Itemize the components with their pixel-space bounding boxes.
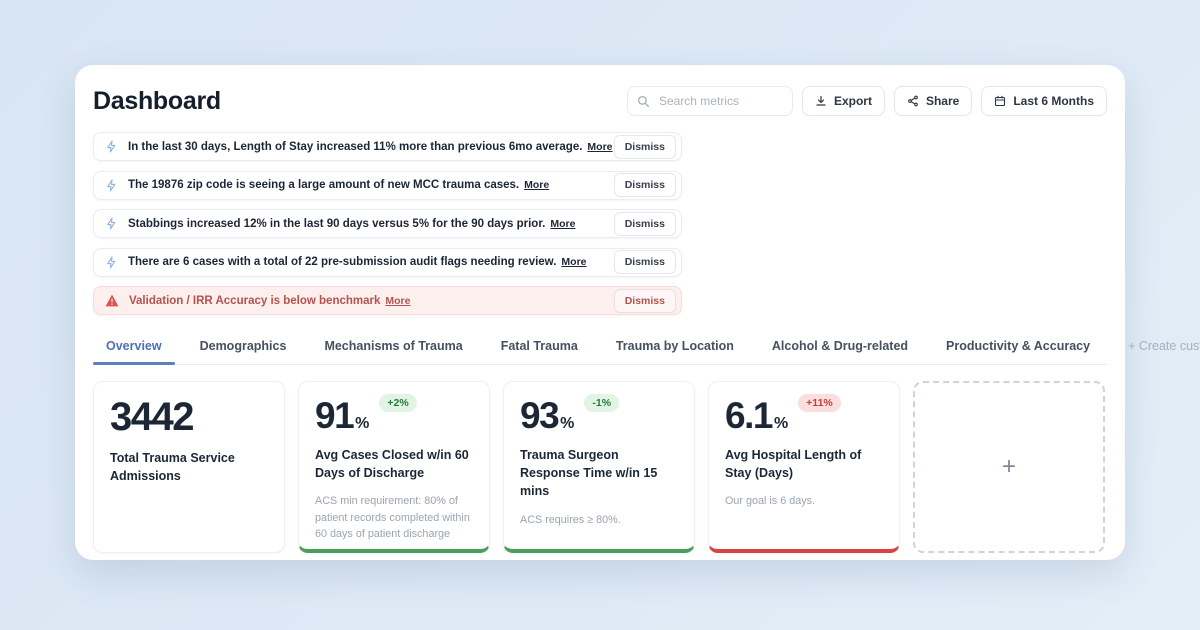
alert-row: Stabbings increased 12% in the last 90 d…	[93, 209, 682, 238]
trend-badge: +11%	[798, 394, 841, 412]
export-label: Export	[834, 94, 872, 108]
metric-value: 6.1	[725, 398, 772, 433]
spark-icon	[105, 179, 118, 192]
metric-title: Avg Cases Closed w/in 60 Days of Dischar…	[315, 446, 473, 482]
alert-text: In the last 30 days, Length of Stay incr…	[128, 141, 582, 153]
metric-value: 91	[315, 398, 353, 433]
tab-trauma-by-location[interactable]: Trauma by Location	[603, 330, 747, 364]
tab-mechanisms-of-trauma[interactable]: Mechanisms of Trauma	[311, 330, 475, 364]
plus-icon: +	[1002, 455, 1016, 479]
dismiss-button[interactable]: Dismiss	[614, 173, 676, 197]
spark-icon	[105, 256, 118, 269]
tab-alcohol-drug-related[interactable]: Alcohol & Drug-related	[759, 330, 921, 364]
alert-more-link[interactable]: More	[587, 141, 612, 153]
search-box[interactable]	[627, 86, 793, 116]
metric-value: 93	[520, 398, 558, 433]
alert-row: There are 6 cases with a total of 22 pre…	[93, 248, 682, 277]
page-title: Dashboard	[93, 87, 221, 116]
metric-note: ACS requires ≥ 80%.	[520, 512, 678, 528]
share-icon	[907, 95, 919, 107]
metric-value: 3442	[110, 398, 193, 436]
metric-note: ACS min requirement: 80% of patient reco…	[315, 493, 473, 542]
dismiss-button[interactable]: Dismiss	[614, 250, 676, 274]
metric-suffix: %	[355, 415, 369, 433]
tab-demographics[interactable]: Demographics	[187, 330, 300, 364]
warning-icon	[105, 294, 119, 307]
search-input[interactable]	[657, 93, 783, 109]
spark-icon	[105, 140, 118, 153]
metric-card-surgeon-response: 93 % -1% Trauma Surgeon Response Time w/…	[503, 381, 695, 553]
alert-more-link[interactable]: More	[550, 218, 575, 230]
tab-create-custom-view[interactable]: + Create custom view	[1115, 330, 1200, 364]
header-controls: Export Share Last 6 Months	[627, 86, 1107, 116]
metric-card-cases-closed: 91 % +2% Avg Cases Closed w/in 60 Days o…	[298, 381, 490, 553]
spark-icon	[105, 217, 118, 230]
alert-text: There are 6 cases with a total of 22 pre…	[128, 256, 556, 268]
alert-row: In the last 30 days, Length of Stay incr…	[93, 132, 682, 161]
metric-suffix: %	[774, 415, 788, 433]
metric-suffix: %	[560, 415, 574, 433]
search-icon	[637, 95, 650, 108]
alert-more-link[interactable]: More	[561, 256, 586, 268]
calendar-icon	[994, 95, 1006, 107]
share-label: Share	[926, 94, 959, 108]
alert-text: The 19876 zip code is seeing a large amo…	[128, 179, 519, 191]
tab-productivity-accuracy[interactable]: Productivity & Accuracy	[933, 330, 1103, 364]
tab-bar: Overview Demographics Mechanisms of Trau…	[93, 330, 1107, 365]
alert-row-warning: Validation / IRR Accuracy is below bench…	[93, 286, 682, 315]
metric-card-length-of-stay: 6.1 % +11% Avg Hospital Length of Stay (…	[708, 381, 900, 553]
alert-row: The 19876 zip code is seeing a large amo…	[93, 171, 682, 200]
metric-note: Our goal is 6 days.	[725, 493, 883, 509]
metric-cards: 3442 Total Trauma Service Admissions 91 …	[93, 381, 1107, 553]
alert-more-link[interactable]: More	[385, 295, 410, 307]
alert-more-link[interactable]: More	[524, 179, 549, 191]
export-button[interactable]: Export	[802, 86, 885, 116]
share-button[interactable]: Share	[894, 86, 972, 116]
add-metric-card-button[interactable]: +	[913, 381, 1105, 553]
alerts-list: In the last 30 days, Length of Stay incr…	[93, 132, 682, 315]
metric-card-total-admissions: 3442 Total Trauma Service Admissions	[93, 381, 285, 553]
tab-overview[interactable]: Overview	[93, 330, 175, 364]
date-range-button[interactable]: Last 6 Months	[981, 86, 1107, 116]
metric-title: Total Trauma Service Admissions	[110, 449, 268, 485]
dismiss-button[interactable]: Dismiss	[614, 289, 676, 313]
alert-text: Validation / IRR Accuracy is below bench…	[129, 295, 380, 307]
trend-badge: -1%	[584, 394, 619, 412]
alert-text: Stabbings increased 12% in the last 90 d…	[128, 218, 545, 230]
trend-badge: +2%	[379, 394, 416, 412]
header: Dashboard Export Share	[93, 83, 1107, 119]
tab-fatal-trauma[interactable]: Fatal Trauma	[488, 330, 591, 364]
download-icon	[815, 95, 827, 107]
dismiss-button[interactable]: Dismiss	[614, 212, 676, 236]
metric-title: Trauma Surgeon Response Time w/in 15 min…	[520, 446, 678, 500]
dismiss-button[interactable]: Dismiss	[614, 135, 676, 159]
metric-title: Avg Hospital Length of Stay (Days)	[725, 446, 883, 482]
date-range-label: Last 6 Months	[1013, 94, 1094, 108]
dashboard-panel: Dashboard Export Share	[75, 65, 1125, 560]
